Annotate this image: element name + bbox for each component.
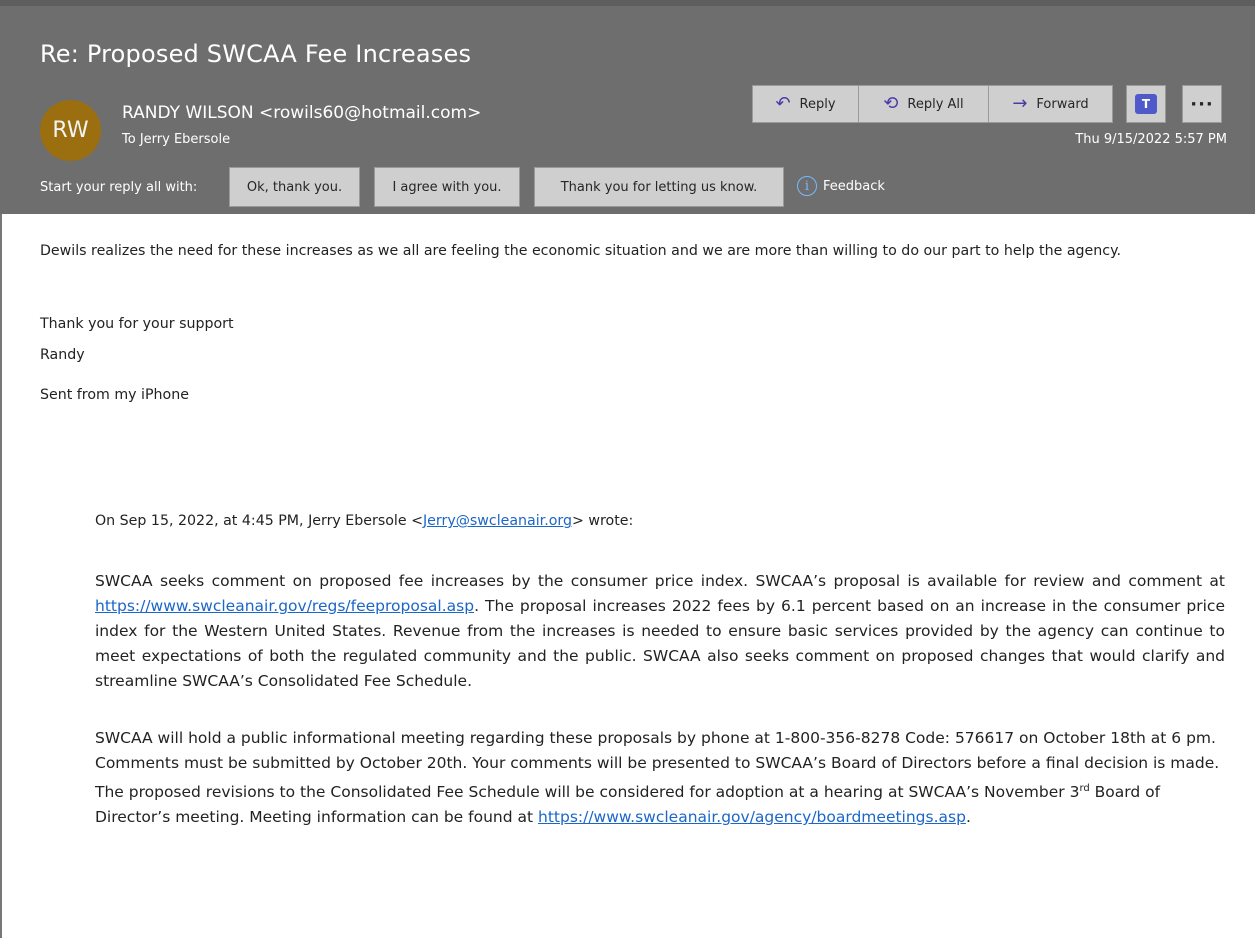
quoted-text: . [965,808,971,827]
reply-icon: ↶ [775,93,791,114]
reply-label: Reply [799,96,836,112]
body-paragraph: Thank you for your support [40,316,234,332]
body-paragraph: Dewils realizes the need for these incre… [40,243,1121,259]
sender-address[interactable]: RANDY WILSON <rowils60@hotmail.com> [122,103,481,123]
reply-all-label: Reply All [907,96,964,112]
quote-header: On Sep 15, 2022, at 4:45 PM, Jerry Ebers… [95,510,1245,533]
recipient-name[interactable]: Jerry Ebersole [140,132,230,147]
to-prefix: To [122,132,136,147]
left-border [0,214,2,938]
body-signature: Sent from my iPhone [40,387,189,403]
quick-reply-thanks-for-letting-us-know[interactable]: Thank you for letting us know. [534,167,784,207]
forward-button[interactable]: → Forward [989,86,1112,122]
sender-avatar[interactable]: RW [40,100,101,161]
more-icon: ··· [1190,93,1214,115]
board-meetings-link[interactable]: https://www.swcleanair.gov/agency/boardm… [538,808,966,826]
quick-reply-label: Start your reply all with: [40,180,198,195]
more-actions-button[interactable]: ··· [1182,85,1222,123]
quoted-paragraph: SWCAA will hold a public informational m… [95,726,1225,830]
header-top-border [0,0,1255,6]
message-date: Thu 9/15/2022 5:57 PM [1075,132,1227,147]
forward-label: Forward [1036,96,1089,112]
reply-all-icon: ⟲ [883,93,899,114]
recipient-line: To Jerry Ebersole [122,132,230,147]
forward-icon: → [1012,93,1028,114]
quoted-sender-email-link[interactable]: Jerry@swcleanair.org [423,513,572,529]
quick-reply-i-agree[interactable]: I agree with you. [374,167,520,207]
fee-proposal-link[interactable]: https://www.swcleanair.gov/regs/feepropo… [95,597,474,615]
quote-header-text: > wrote: [572,513,634,529]
quick-reply-ok-thank-you[interactable]: Ok, thank you. [229,167,360,207]
message-actions: ↶ Reply ⟲ Reply All → Forward [752,85,1113,123]
quote-header-text: On Sep 15, 2022, at 4:45 PM, Jerry Ebers… [95,513,423,529]
feedback-link[interactable]: i Feedback [797,176,885,196]
ordinal-suffix: rd [1079,783,1090,794]
body-paragraph: Randy [40,347,85,363]
quoted-text: SWCAA will hold a public informational m… [95,729,1220,802]
reply-button[interactable]: ↶ Reply [753,86,859,122]
reply-all-button[interactable]: ⟲ Reply All [859,86,989,122]
message-subject: Re: Proposed SWCAA Fee Increases [40,40,472,68]
avatar-initials: RW [52,118,89,143]
quoted-paragraph: SWCAA seeks comment on proposed fee incr… [95,569,1225,694]
teams-icon: T [1135,94,1157,114]
feedback-label: Feedback [823,178,885,194]
reply-button-group: ↶ Reply ⟲ Reply All → Forward [752,85,1113,123]
info-icon: i [797,176,817,196]
quoted-text: SWCAA seeks comment on proposed fee incr… [95,572,1225,590]
message-header: Re: Proposed SWCAA Fee Increases RW RAND… [0,0,1255,214]
teams-share-button[interactable]: T [1126,85,1166,123]
